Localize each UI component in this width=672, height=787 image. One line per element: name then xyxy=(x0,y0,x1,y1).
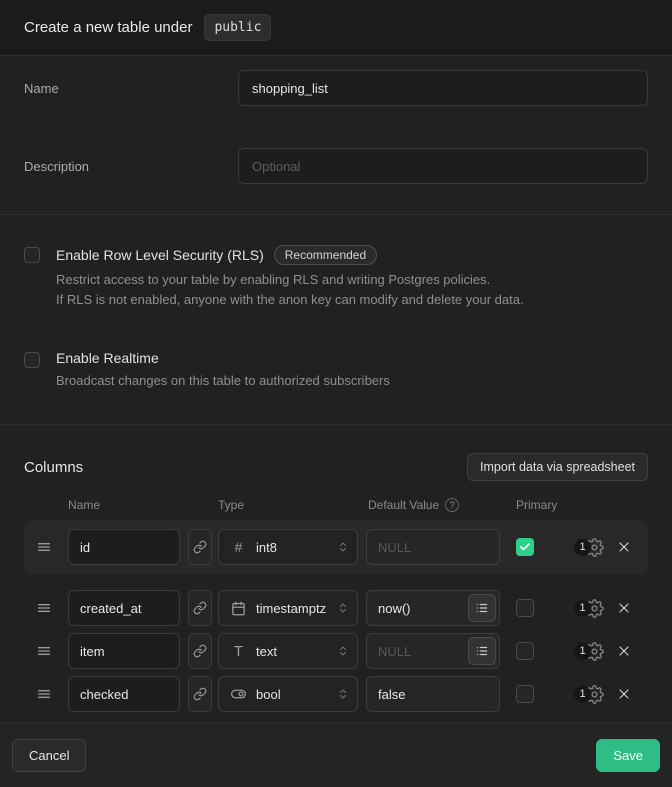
chevron-updown-icon xyxy=(337,601,349,615)
columns-header-row: Name Type Default Value ? Primary xyxy=(24,498,648,512)
column-type-value: bool xyxy=(256,687,281,702)
link-icon xyxy=(193,687,207,701)
table-info-section: Name Description xyxy=(0,56,672,215)
default-value-input[interactable] xyxy=(366,529,500,565)
link-icon xyxy=(193,601,207,615)
rls-label: Enable Row Level Security (RLS) xyxy=(56,247,264,263)
settings-count-badge: 1 xyxy=(574,539,591,556)
primary-checkbox[interactable] xyxy=(516,642,534,660)
default-value-picker-button[interactable] xyxy=(468,594,496,622)
save-button[interactable]: Save xyxy=(596,739,660,772)
column-row: T text 1 xyxy=(24,633,648,669)
column-type-select[interactable]: # int8 xyxy=(218,529,358,565)
column-name-input[interactable] xyxy=(68,676,180,712)
calendar-type-icon xyxy=(231,601,246,616)
recommended-badge: Recommended xyxy=(274,245,377,265)
delete-column-button[interactable] xyxy=(616,539,632,555)
drag-handle-icon[interactable] xyxy=(36,686,52,702)
column-settings-button[interactable]: 1 xyxy=(574,685,604,704)
close-icon xyxy=(616,643,632,659)
list-icon xyxy=(475,601,489,615)
column-name-input[interactable] xyxy=(68,633,180,669)
toggle-type-icon xyxy=(231,686,246,702)
column-row: # int8 1 xyxy=(24,529,648,565)
columns-section: Columns Import data via spreadsheet Name… xyxy=(0,425,672,723)
drag-handle-icon[interactable] xyxy=(36,643,52,659)
drag-handle-icon[interactable] xyxy=(36,600,52,616)
rls-checkbox[interactable] xyxy=(24,247,40,263)
realtime-checkbox[interactable] xyxy=(24,352,40,368)
settings-count-badge: 1 xyxy=(574,686,591,703)
chevron-updown-icon xyxy=(337,540,349,554)
description-label: Description xyxy=(24,159,238,174)
header-type: Type xyxy=(218,498,368,512)
header-primary: Primary xyxy=(516,498,557,512)
column-type-select[interactable]: T text xyxy=(218,633,358,669)
column-settings-button[interactable]: 1 xyxy=(574,538,604,557)
rls-description-line1: Restrict access to your table by enablin… xyxy=(56,270,524,290)
header-default-value: Default Value xyxy=(368,498,439,512)
schema-badge: public xyxy=(204,14,271,41)
chevron-updown-icon xyxy=(337,644,349,658)
close-icon xyxy=(616,539,632,555)
create-table-dialog: Create a new table under public Name Des… xyxy=(0,0,672,787)
drag-handle-icon[interactable] xyxy=(36,539,52,555)
realtime-description: Broadcast changes on this table to autho… xyxy=(56,371,390,391)
close-icon xyxy=(616,600,632,616)
column-name-input[interactable] xyxy=(68,529,180,565)
delete-column-button[interactable] xyxy=(616,643,632,659)
column-type-value: text xyxy=(256,644,277,659)
import-spreadsheet-button[interactable]: Import data via spreadsheet xyxy=(467,453,648,481)
column-type-select[interactable]: timestamptz xyxy=(218,590,358,626)
delete-column-button[interactable] xyxy=(616,600,632,616)
table-name-input[interactable] xyxy=(238,70,648,106)
column-row-card: # int8 1 xyxy=(24,520,648,574)
foreign-key-link-button[interactable] xyxy=(188,633,212,669)
column-rows: # int8 1 timestamptz xyxy=(24,520,648,712)
default-value-picker-button[interactable] xyxy=(468,637,496,665)
delete-column-button[interactable] xyxy=(616,686,632,702)
column-settings-button[interactable]: 1 xyxy=(574,599,604,618)
column-type-value: int8 xyxy=(256,540,277,555)
help-icon[interactable]: ? xyxy=(445,498,459,512)
table-description-input[interactable] xyxy=(238,148,648,184)
column-type-value: timestamptz xyxy=(256,601,326,616)
dialog-header: Create a new table under public xyxy=(0,0,672,56)
settings-count-badge: 1 xyxy=(574,600,591,617)
column-row: timestamptz 1 xyxy=(24,590,648,626)
realtime-label: Enable Realtime xyxy=(56,350,159,366)
column-settings-button[interactable]: 1 xyxy=(574,642,604,661)
dialog-footer: Cancel Save xyxy=(0,723,672,787)
realtime-option: Enable Realtime Broadcast changes on thi… xyxy=(24,350,648,391)
primary-checkbox[interactable] xyxy=(516,685,534,703)
text-type-icon: T xyxy=(231,643,246,660)
chevron-updown-icon xyxy=(337,687,349,701)
header-name: Name xyxy=(68,498,218,512)
primary-checkbox[interactable] xyxy=(516,538,534,556)
link-icon xyxy=(193,540,207,554)
list-icon xyxy=(475,644,489,658)
table-options-section: Enable Row Level Security (RLS) Recommen… xyxy=(0,215,672,425)
dialog-title: Create a new table under xyxy=(24,19,192,36)
column-row: bool 1 xyxy=(24,676,648,712)
check-icon xyxy=(519,541,531,553)
cancel-button[interactable]: Cancel xyxy=(12,739,86,772)
settings-count-badge: 1 xyxy=(574,643,591,660)
columns-title: Columns xyxy=(24,459,83,476)
column-name-input[interactable] xyxy=(68,590,180,626)
rls-description-line2: If RLS is not enabled, anyone with the a… xyxy=(56,290,524,310)
default-value-input[interactable] xyxy=(366,676,500,712)
close-icon xyxy=(616,686,632,702)
foreign-key-link-button[interactable] xyxy=(188,529,212,565)
foreign-key-link-button[interactable] xyxy=(188,676,212,712)
rls-option: Enable Row Level Security (RLS) Recommen… xyxy=(24,245,648,310)
foreign-key-link-button[interactable] xyxy=(188,590,212,626)
primary-checkbox[interactable] xyxy=(516,599,534,617)
name-label: Name xyxy=(24,81,238,96)
hash-type-icon: # xyxy=(231,539,246,555)
column-type-select[interactable]: bool xyxy=(218,676,358,712)
link-icon xyxy=(193,644,207,658)
